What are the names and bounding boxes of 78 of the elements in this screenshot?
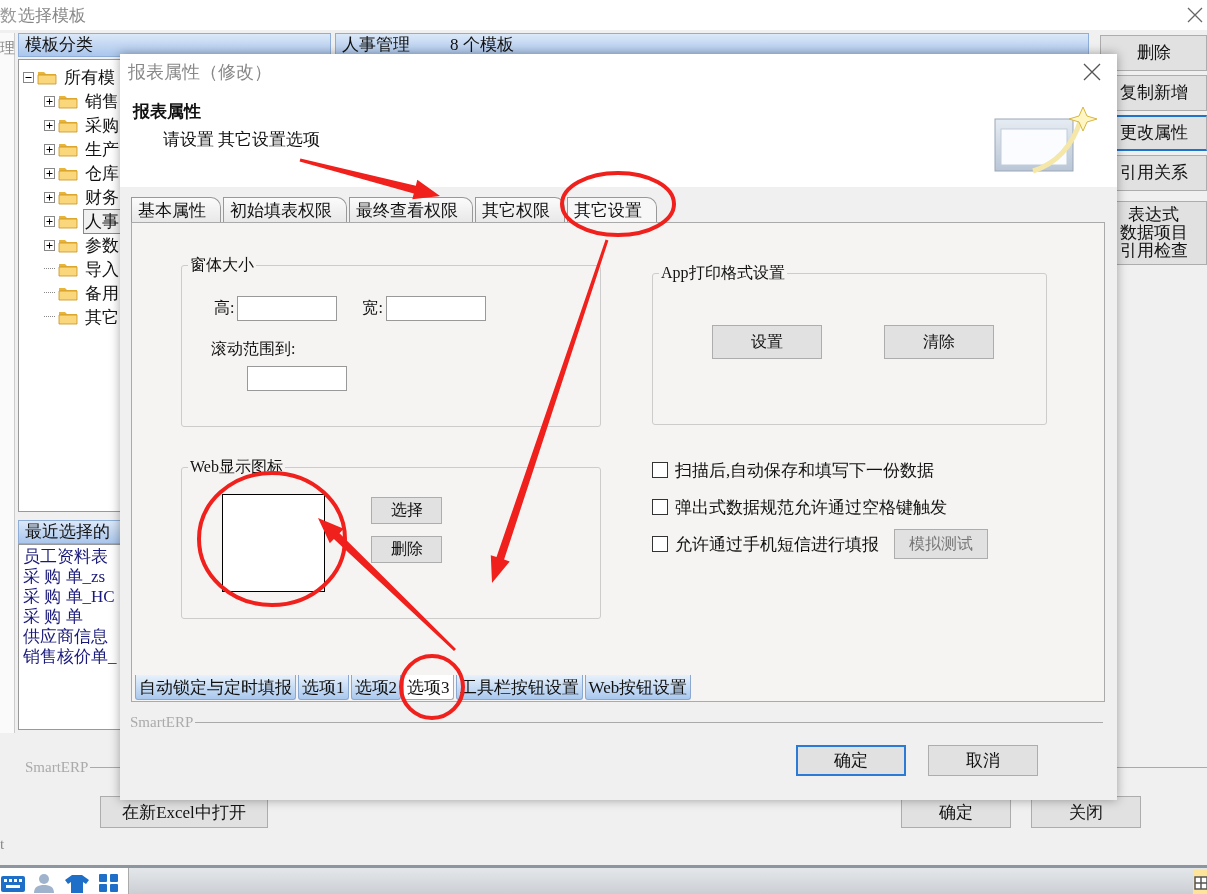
group-button[interactable]: 清除 [884,325,994,359]
close-icon[interactable] [1187,7,1203,23]
expand-icon[interactable] [44,167,55,179]
edge-text: 数 [0,4,18,27]
brand-label: SmartERP [130,714,194,731]
category-name: 人事管理 [342,34,410,56]
tree-item[interactable]: 财务 [83,184,121,210]
group-button[interactable]: 选择 [371,497,442,524]
folder-icon [37,69,57,85]
group-button[interactable]: 删除 [371,536,442,563]
tab[interactable]: 选项3 [403,675,454,700]
field-label: 滚动范围到: [211,339,297,359]
expand-icon[interactable] [44,119,55,131]
window-title: 选择模板 [18,4,87,27]
tree-item[interactable]: 导入 [83,256,121,282]
tree-item[interactable]: 销售 [83,88,121,114]
folder-icon [58,117,78,133]
option-label: 弹出式数据规范允许通过空格键触发 [675,496,947,519]
tree-item[interactable]: 人事 [83,208,121,234]
brand-label: SmartERP [25,759,89,776]
folder-icon [58,309,78,325]
folder-icon [58,141,78,157]
expand-icon[interactable] [44,95,55,107]
panel-header: 模板分类 [18,33,331,57]
close-icon[interactable] [1083,63,1101,81]
group-button[interactable]: 设置 [712,325,822,359]
option-label: 允许通过手机短信进行填报 [675,533,879,556]
tree-item[interactable]: 仓库 [83,160,121,186]
collapse-icon[interactable] [23,71,34,83]
scroll-range-field[interactable] [247,366,347,391]
tab[interactable]: 初始填表权限 [223,197,347,222]
folder-icon [58,189,78,205]
folder-icon [58,93,78,109]
width-field[interactable] [385,296,486,321]
tab[interactable]: 基本属性 [131,197,221,222]
tree-item[interactable]: 参数 [83,232,121,258]
folder-icon [58,285,78,301]
edge-text: t [0,836,6,853]
height-field[interactable] [237,296,338,321]
expand-icon[interactable] [44,191,55,203]
field-label: 高: [214,298,235,318]
tree-item[interactable]: 备用 [83,280,121,306]
tab[interactable]: 其它设置 [567,197,657,222]
close-button[interactable]: 关闭 [1031,796,1141,828]
checkbox[interactable] [652,462,668,478]
edge-text: 理 [0,39,14,58]
tree-item[interactable]: 其它 [83,304,121,330]
folder-icon [58,261,78,277]
tab[interactable]: 选项1 [298,675,349,700]
folder-icon [58,237,78,253]
dialog-button[interactable]: 取消 [928,745,1038,776]
tab[interactable]: 自动锁定与定时填报 [135,675,296,700]
checkbox[interactable] [652,499,668,515]
shirt-icon[interactable] [64,872,90,893]
expand-icon[interactable] [44,215,55,227]
side-button[interactable]: 删除 [1100,35,1207,71]
folder-icon [58,213,78,229]
tab[interactable]: 其它权限 [475,197,565,222]
tree-item[interactable]: 采购 [83,112,121,138]
template-count: 8 个模板 [450,34,514,56]
tab[interactable]: 最终查看权限 [349,197,473,222]
grid-icon[interactable] [1193,869,1207,894]
dialog-button[interactable]: 确定 [796,745,906,776]
tab[interactable]: Web按钮设置 [584,675,692,700]
dialog-title: 报表属性（修改） [128,61,273,84]
group-title: App打印格式设置 [660,263,786,284]
expand-icon[interactable] [44,143,55,155]
expand-icon[interactable] [44,239,55,251]
dialog-subheading: 请设置 其它设置选项 [163,129,321,151]
tree-item[interactable]: 生产 [83,136,121,162]
tree-item[interactable]: 所有模 [62,64,117,90]
tab[interactable]: 选项2 [350,675,401,700]
checkbox[interactable] [652,536,668,552]
group-title: 窗体大小 [189,255,255,275]
folder-icon [58,165,78,181]
field-label: 宽: [362,298,383,318]
dialog-heading: 报表属性 [133,101,202,123]
option-label: 扫描后,自动保存和填写下一份数据 [675,459,935,482]
